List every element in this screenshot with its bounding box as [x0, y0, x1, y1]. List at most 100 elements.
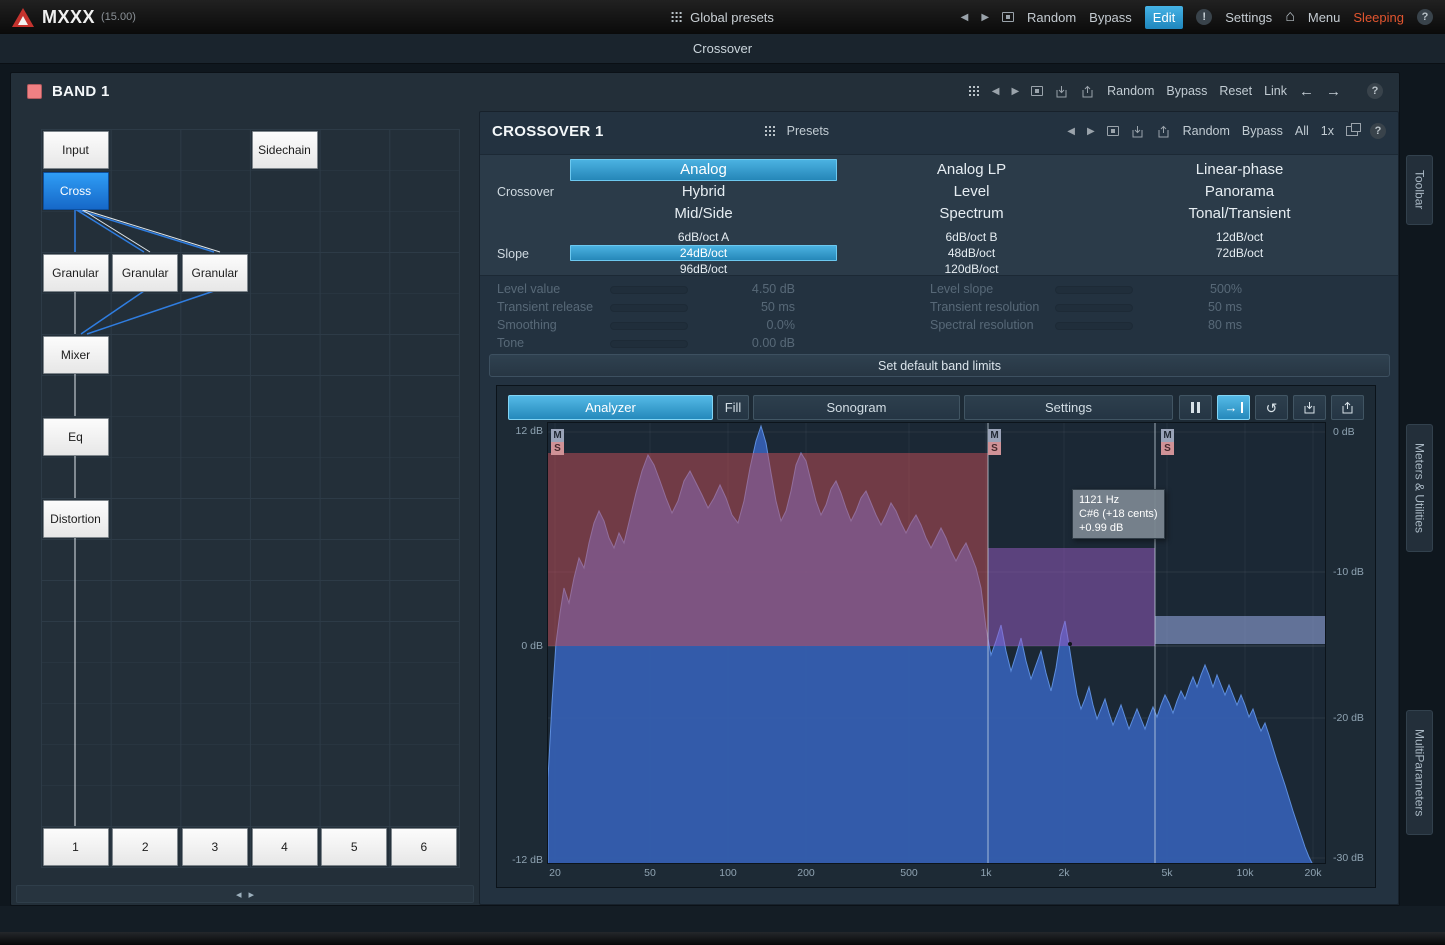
prev-icon[interactable]: ◀	[1067, 126, 1075, 137]
arrow-right-icon[interactable]: →	[1326, 83, 1341, 100]
reset-button[interactable]: ↺	[1255, 395, 1288, 420]
node-eq[interactable]: Eq	[43, 418, 109, 456]
crossover-tab-strip[interactable]: Crossover	[0, 34, 1445, 64]
param-slider-spectral-resolution[interactable]	[1055, 322, 1133, 330]
home-icon[interactable]: ⌂	[1285, 9, 1295, 25]
prev-icon[interactable]: ◀	[961, 12, 969, 23]
grid-icon[interactable]	[765, 126, 776, 137]
param-value-level-value[interactable]: 4.50 dB	[705, 282, 795, 296]
bypass-button[interactable]: Bypass	[1089, 10, 1132, 25]
side-tab-meters-utilities[interactable]: Meters & Utilities	[1406, 424, 1433, 552]
crossover-option-linear-phase[interactable]: Linear-phase	[1106, 159, 1373, 181]
crossover-option-analog[interactable]: Analog	[570, 159, 837, 181]
slope-option-48db-oct[interactable]: 48dB/oct	[838, 245, 1105, 261]
help-icon[interactable]: ?	[1370, 123, 1386, 139]
band-slot-2[interactable]: 2	[112, 828, 178, 866]
mute-marker[interactable]: M	[551, 429, 564, 442]
spectrum-plot[interactable]: 1121 Hz C#6 (+18 cents) +0.99 dB MSMSMS	[548, 423, 1325, 863]
mute-marker[interactable]: M	[1161, 429, 1174, 442]
band-slot-4[interactable]: 4	[252, 828, 318, 866]
random-button[interactable]: Random	[1027, 10, 1076, 25]
alert-icon[interactable]: !	[1196, 9, 1212, 25]
crossover-option-tonal-transient[interactable]: Tonal/Transient	[1106, 203, 1373, 225]
slope-option-120db-oct[interactable]: 120dB/oct	[838, 261, 1105, 277]
band-link-button[interactable]: Link	[1264, 84, 1287, 98]
crossover-option-panorama[interactable]: Panorama	[1106, 181, 1373, 203]
help-icon[interactable]: ?	[1417, 9, 1433, 25]
node-granular[interactable]: Granular	[43, 254, 109, 292]
crossover-option-spectrum[interactable]: Spectrum	[838, 203, 1105, 225]
settings-button[interactable]: Settings	[1225, 10, 1272, 25]
next-icon[interactable]: ▶	[981, 12, 989, 23]
param-value-level-slope[interactable]: 500%	[1140, 282, 1242, 296]
node-mixer[interactable]: Mixer	[43, 336, 109, 374]
solo-marker[interactable]: S	[551, 442, 564, 455]
node-input[interactable]: Input	[43, 131, 109, 169]
band-reset-button[interactable]: Reset	[1219, 84, 1252, 98]
copy-icon[interactable]	[1055, 85, 1069, 98]
crossover-bypass-button[interactable]: Bypass	[1242, 124, 1283, 138]
edit-button[interactable]: Edit	[1145, 6, 1183, 29]
crossover-random-button[interactable]: Random	[1183, 124, 1230, 138]
global-presets-button[interactable]: Global presets	[671, 10, 774, 25]
sleeping-status[interactable]: Sleeping	[1353, 10, 1404, 25]
node-cross[interactable]: Cross	[43, 172, 109, 210]
prev-icon[interactable]: ◀	[992, 86, 1000, 97]
graph-collapse-button[interactable]: ◂ ▸	[16, 885, 474, 903]
param-value-smoothing[interactable]: 0.0%	[705, 318, 795, 332]
solo-marker[interactable]: S	[988, 442, 1001, 455]
band-slot-3[interactable]: 3	[182, 828, 248, 866]
crossover-option-level[interactable]: Level	[838, 181, 1105, 203]
node-granular[interactable]: Granular	[182, 254, 248, 292]
presets-button[interactable]: Presets	[787, 124, 829, 138]
set-default-band-limits-button[interactable]: Set default band limits	[489, 354, 1390, 377]
snapshot-icon[interactable]	[1107, 126, 1119, 136]
slope-option-72db-oct[interactable]: 72dB/oct	[1106, 245, 1373, 261]
band-slot-1[interactable]: 1	[43, 828, 109, 866]
grid-icon[interactable]	[969, 86, 980, 97]
param-slider-transient-resolution[interactable]	[1055, 304, 1133, 312]
paste-icon[interactable]	[1081, 85, 1095, 98]
help-icon[interactable]: ?	[1367, 83, 1383, 99]
crossover-option-mid-side[interactable]: Mid/Side	[570, 203, 837, 225]
node-granular[interactable]: Granular	[112, 254, 178, 292]
param-slider-smoothing[interactable]	[610, 322, 688, 330]
param-value-transient-resolution[interactable]: 50 ms	[1140, 300, 1242, 314]
detach-window-icon[interactable]	[1346, 126, 1358, 136]
copy-icon[interactable]	[1131, 125, 1145, 138]
side-tab-toolbar[interactable]: Toolbar	[1406, 155, 1433, 225]
band-bypass-button[interactable]: Bypass	[1166, 84, 1207, 98]
analyzer-tab-sonogram[interactable]: Sonogram	[753, 395, 960, 420]
next-icon[interactable]: ▶	[1011, 86, 1019, 97]
param-slider-level-value[interactable]	[610, 286, 688, 294]
crossover-option-analog-lp[interactable]: Analog LP	[838, 159, 1105, 181]
crossover-all-button[interactable]: All	[1295, 124, 1309, 138]
solo-marker[interactable]: S	[1161, 442, 1174, 455]
slope-option-6db-oct-b[interactable]: 6dB/oct B	[838, 229, 1105, 245]
paste-button[interactable]	[1331, 395, 1364, 420]
snapshot-icon[interactable]	[1002, 12, 1014, 22]
next-icon[interactable]: ▶	[1087, 126, 1095, 137]
node-distortion[interactable]: Distortion	[43, 500, 109, 538]
copy-button[interactable]	[1293, 395, 1326, 420]
param-value-spectral-resolution[interactable]: 80 ms	[1140, 318, 1242, 332]
mute-marker[interactable]: M	[988, 429, 1001, 442]
analyzer-tab-settings[interactable]: Settings	[964, 395, 1173, 420]
slope-option-24db-oct[interactable]: 24dB/oct	[570, 245, 837, 261]
param-slider-transient-release[interactable]	[610, 304, 688, 312]
crossover-option-hybrid[interactable]: Hybrid	[570, 181, 837, 203]
param-slider-level-slope[interactable]	[1055, 286, 1133, 294]
slope-option-96db-oct[interactable]: 96dB/oct	[570, 261, 837, 277]
menu-button[interactable]: Menu	[1308, 10, 1341, 25]
slope-option-12db-oct[interactable]: 12dB/oct	[1106, 229, 1373, 245]
paste-icon[interactable]	[1157, 125, 1171, 138]
band-random-button[interactable]: Random	[1107, 84, 1154, 98]
normalize-button[interactable]: →	[1217, 395, 1250, 420]
pause-button[interactable]	[1179, 395, 1212, 420]
param-value-tone[interactable]: 0.00 dB	[705, 336, 795, 350]
slope-option-6db-oct-a[interactable]: 6dB/oct A	[570, 229, 837, 245]
band-slot-6[interactable]: 6	[391, 828, 457, 866]
arrow-left-icon[interactable]: ←	[1299, 83, 1314, 100]
snapshot-icon[interactable]	[1031, 86, 1043, 96]
node-sidechain[interactable]: Sidechain	[252, 131, 318, 169]
